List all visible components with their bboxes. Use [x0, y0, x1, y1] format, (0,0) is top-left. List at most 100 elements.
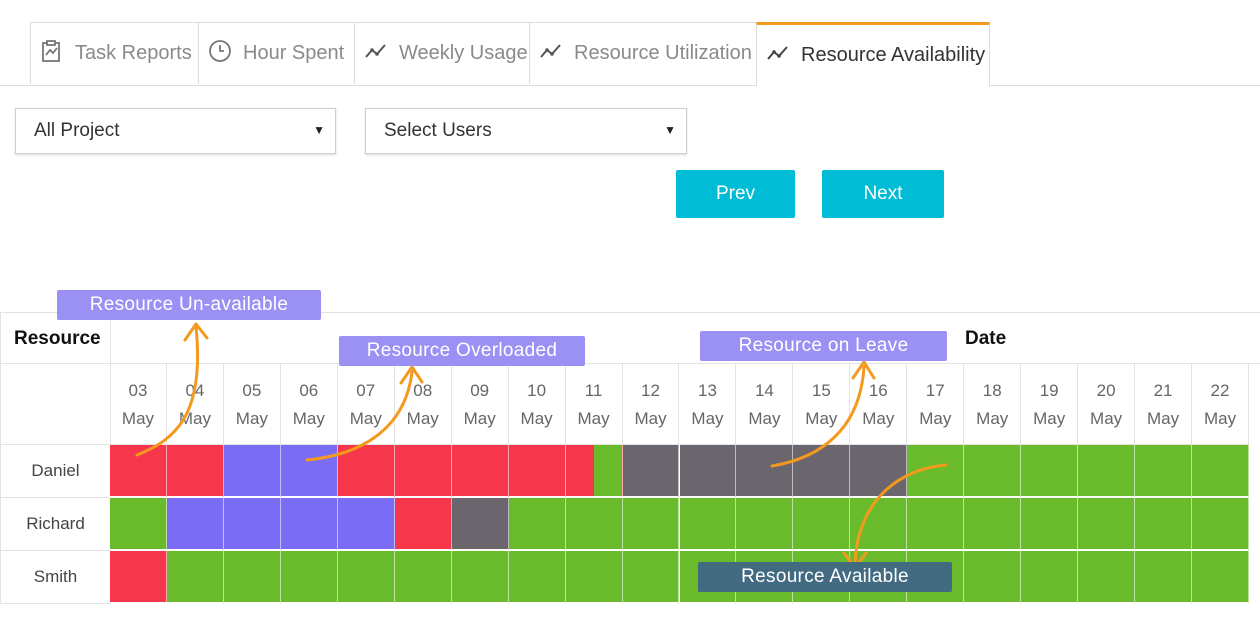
date-day: 07 — [356, 381, 376, 400]
tab-weekly-usage[interactable]: Weekly Usage — [354, 22, 529, 84]
availability-cell — [1021, 551, 1079, 604]
date-month: May — [919, 409, 952, 428]
clock-icon — [207, 38, 243, 70]
line-chart-icon — [538, 38, 574, 70]
availability-cell — [793, 445, 851, 498]
tab-hour-spent[interactable]: Hour Spent — [198, 22, 354, 84]
availability-cell — [110, 498, 167, 551]
availability-cell — [850, 445, 908, 498]
date-header-left-cell — [0, 364, 110, 445]
date-month: May — [577, 409, 610, 428]
date-month: May — [634, 409, 667, 428]
availability-cell — [1135, 551, 1193, 604]
availability-cell — [850, 498, 908, 551]
date-header-cell: 22 May — [1192, 364, 1249, 445]
date-month: May — [463, 409, 496, 428]
availability-cell — [793, 498, 851, 551]
availability-cell — [110, 551, 167, 604]
availability-cell — [964, 551, 1022, 604]
project-select-value: All Project — [34, 120, 120, 141]
task-report-icon — [39, 38, 75, 70]
date-day: 18 — [982, 381, 1002, 400]
callout-resource-available: Resource Available — [698, 562, 952, 592]
availability-cell — [337, 498, 395, 551]
date-header-cell: 07 May — [337, 364, 395, 445]
availability-cell — [508, 551, 566, 604]
date-month: May — [862, 409, 895, 428]
date-day: 05 — [242, 381, 262, 400]
prev-button[interactable]: Prev — [676, 170, 795, 218]
chevron-down-icon: ▼ — [664, 123, 676, 137]
tab-label: Resource Utilization — [574, 42, 752, 64]
availability-cell — [679, 445, 737, 498]
tab-resource-utilization[interactable]: Resource Utilization — [529, 22, 756, 84]
availability-cell — [451, 551, 509, 604]
date-day: 22 — [1210, 381, 1230, 400]
availability-cell — [907, 498, 965, 551]
availability-cell — [565, 445, 623, 498]
availability-cell — [223, 498, 281, 551]
date-day: 06 — [299, 381, 319, 400]
tab-label: Resource Availability — [801, 44, 986, 66]
date-month: May — [520, 409, 553, 428]
availability-cell — [1021, 498, 1079, 551]
date-month: May — [292, 409, 325, 428]
date-header-cell: 03 May — [110, 364, 167, 445]
date-month: May — [691, 409, 724, 428]
date-day: 21 — [1153, 381, 1173, 400]
availability-cell — [622, 445, 680, 498]
date-header-cell: 19 May — [1021, 364, 1079, 445]
line-chart-icon — [765, 40, 801, 72]
next-button[interactable]: Next — [822, 170, 944, 218]
date-header-cell: 20 May — [1078, 364, 1136, 445]
availability-cell — [394, 498, 452, 551]
availability-cell — [907, 445, 965, 498]
date-day: 16 — [868, 381, 888, 400]
date-header-cell: 09 May — [451, 364, 509, 445]
availability-cell — [565, 498, 623, 551]
tab-task-reports[interactable]: Task Reports — [30, 22, 198, 84]
availability-cell — [1135, 445, 1193, 498]
availability-cell — [1192, 445, 1249, 498]
date-month: May — [748, 409, 781, 428]
availability-cell — [565, 551, 623, 604]
date-header-cell: 18 May — [964, 364, 1022, 445]
users-select[interactable]: Select Users ▼ — [365, 108, 687, 154]
date-day: 03 — [128, 381, 148, 400]
date-month: May — [1090, 409, 1123, 428]
chevron-down-icon: ▼ — [313, 123, 325, 137]
report-tabs: Task Reports Hour Spent Weekly Usage Res… — [30, 22, 990, 86]
callout-resource-on-leave: Resource on Leave — [700, 331, 947, 361]
date-header-cell: 11 May — [565, 364, 623, 445]
date-header-cell: 08 May — [394, 364, 452, 445]
date-day: 20 — [1096, 381, 1116, 400]
project-select[interactable]: All Project ▼ — [15, 108, 336, 154]
availability-cell — [394, 551, 452, 604]
date-header-cell: 14 May — [736, 364, 794, 445]
date-header-cell: 13 May — [679, 364, 737, 445]
availability-cell — [394, 445, 452, 498]
date-day: 19 — [1039, 381, 1059, 400]
availability-cell — [166, 498, 224, 551]
date-month: May — [976, 409, 1009, 428]
availability-cell — [508, 445, 566, 498]
date-header-cell: 15 May — [793, 364, 851, 445]
availability-cell — [964, 498, 1022, 551]
availability-grid: Resource Date 03 May 04 May 05 May 06 May 07 May 0… — [0, 312, 1260, 604]
date-month: May — [1203, 409, 1237, 428]
date-day: 15 — [811, 381, 831, 400]
date-month: May — [349, 409, 382, 428]
users-select-value: Select Users — [384, 120, 492, 141]
date-month: May — [1147, 409, 1180, 428]
availability-cell — [223, 551, 281, 604]
resource-name: Smith — [0, 551, 110, 604]
availability-cell — [1135, 498, 1193, 551]
date-header-cell: 06 May — [280, 364, 338, 445]
tab-resource-availability[interactable]: Resource Availability — [756, 22, 990, 86]
availability-cell — [166, 551, 224, 604]
availability-cell — [451, 445, 509, 498]
availability-cell — [1192, 498, 1249, 551]
availability-cell — [679, 498, 737, 551]
date-day: 14 — [754, 381, 774, 400]
availability-cell — [736, 445, 794, 498]
